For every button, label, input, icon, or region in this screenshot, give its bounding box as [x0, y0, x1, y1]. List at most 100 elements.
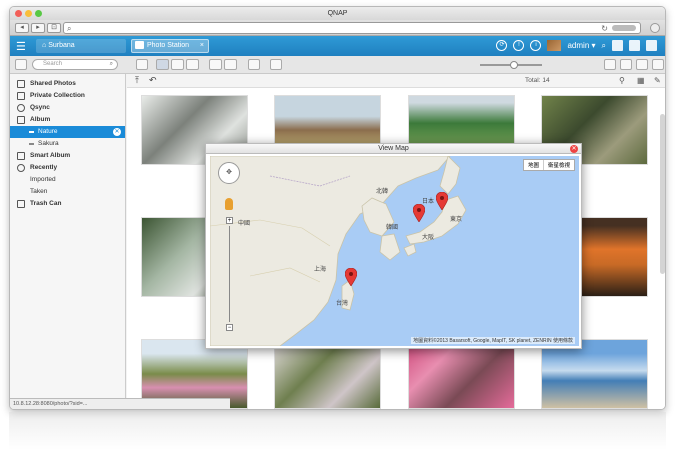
sidebar-item-label: Recently [30, 164, 58, 171]
close-window-button[interactable] [15, 10, 22, 17]
timeline-view-button[interactable] [186, 59, 199, 70]
photo-thumbnail[interactable] [541, 339, 648, 409]
play-button[interactable] [224, 59, 237, 70]
upload-icon[interactable]: ⤒ [135, 75, 139, 86]
sidebar-item-shared-photos[interactable]: Shared Photos [10, 78, 125, 90]
header-icons: ⟳ ! i admin ▾ ⌕ [496, 40, 657, 51]
sidebar-item-recently[interactable]: Recently [10, 162, 125, 174]
monitor-icon[interactable] [646, 40, 657, 51]
total-count: Total: 14 [525, 77, 550, 84]
view-map-dialog: View Map ✕ 地圖 衛星檢視 ✥ + − 中國 北韓 日本 韓國 台灣 [205, 143, 582, 349]
sidebar-item-private-collection[interactable]: Private Collection [10, 90, 125, 102]
grid-header: ⤒ ↶ Total: 14 ⚲ ▦ ✎ [127, 74, 665, 88]
search-icon: ⌕ [67, 24, 72, 33]
photo-station-tab-label: Photo Station [147, 42, 190, 49]
rotate-button[interactable] [270, 59, 282, 70]
zoom-slider[interactable] [229, 226, 230, 322]
map-type-switch: 地圖 衛星檢視 [522, 159, 575, 171]
trash-icon [17, 200, 25, 208]
thumbnail-size-slider[interactable] [480, 61, 542, 69]
vertical-scrollbar[interactable] [660, 114, 665, 274]
sidebar: Shared Photos Private Collection Qsync A… [10, 74, 126, 409]
avatar[interactable] [547, 40, 562, 51]
map-label: 東京 [450, 217, 463, 223]
map-label: 上海 [314, 267, 327, 273]
sidebar-item-nature[interactable]: Nature ✕ [10, 126, 125, 138]
zoom-in-button[interactable]: + [226, 217, 233, 224]
street-view-pegman-icon[interactable] [225, 198, 233, 210]
back-button[interactable]: ◂ [15, 23, 29, 33]
location-pin-icon[interactable] [436, 192, 448, 210]
satellite-type-button[interactable]: 衛星檢視 [542, 160, 574, 170]
map-label: 中國 [238, 221, 251, 227]
thumbnail-view-button[interactable] [156, 59, 169, 70]
sidebar-item-trash-can[interactable]: Trash Can [10, 198, 125, 210]
photo-thumbnail[interactable] [274, 339, 381, 409]
settings-button[interactable] [620, 59, 632, 70]
zoom-window-button[interactable] [35, 10, 42, 17]
map-type-button[interactable]: 地圖 [524, 160, 543, 170]
window-title: QNAP [327, 10, 348, 17]
sidebar-item-sakura[interactable]: Sakura [10, 138, 125, 150]
sidebar-item-qsync[interactable]: Qsync [10, 102, 125, 114]
search-icon: ⌕ [109, 61, 113, 67]
tag-icon[interactable]: ✎ [654, 76, 661, 85]
share-button[interactable]: ⊡ [47, 23, 61, 33]
sidebar-item-label: Private Collection [30, 92, 85, 99]
share-photos-button[interactable] [248, 59, 260, 70]
reader-button[interactable] [612, 25, 636, 31]
tasks-icon[interactable]: ⟳ [496, 40, 508, 51]
menu-icon[interactable]: ☰ [16, 40, 26, 53]
close-icon[interactable]: ✕ [570, 145, 578, 153]
sidebar-item-label: Taken [30, 188, 48, 195]
slideshow-button[interactable] [209, 59, 222, 70]
photo-station-tab[interactable]: Photo Station × [131, 39, 209, 53]
upload-button[interactable] [136, 59, 148, 70]
refresh-button[interactable] [604, 59, 616, 70]
close-tab-icon[interactable]: × [200, 40, 204, 52]
address-bar[interactable]: ⌕ ↻ [63, 22, 641, 34]
apps-icon[interactable] [612, 40, 623, 51]
location-icon[interactable]: ⚲ [619, 76, 625, 85]
notifications-icon[interactable]: ! [513, 40, 525, 51]
map-label: 北韓 [376, 189, 389, 195]
user-menu[interactable]: admin ▾ [567, 41, 595, 50]
help-button[interactable] [636, 59, 648, 70]
sidebar-item-taken[interactable]: Taken [10, 186, 125, 198]
location-pin-icon[interactable] [413, 204, 425, 222]
grid-icon[interactable]: ▦ [637, 76, 645, 85]
sidebar-item-smart-album[interactable]: Smart Album [10, 150, 125, 162]
reload-icon[interactable]: ↻ [601, 24, 608, 33]
sidebar-item-imported[interactable]: Imported [10, 174, 125, 186]
sidebar-item-album[interactable]: Album [10, 114, 125, 126]
window-controls [15, 10, 42, 17]
sidebar-item-label: Qsync [30, 104, 50, 111]
info-icon[interactable]: i [530, 40, 542, 51]
map-label: 台灣 [336, 301, 349, 307]
forward-button[interactable]: ▸ [31, 23, 45, 33]
photo-thumbnail[interactable] [408, 339, 515, 409]
zoom-out-button[interactable]: − [226, 324, 233, 331]
search-icon[interactable]: ⌕ [602, 41, 606, 51]
location-pin-icon[interactable] [345, 268, 357, 286]
home-tab-label: Surbana [48, 42, 75, 49]
sidebar-toggle-button[interactable] [15, 59, 27, 70]
map-canvas[interactable]: 地圖 衛星檢視 ✥ + − 中國 北韓 日本 韓國 台灣 上海 東京 大阪 地圖… [210, 156, 579, 346]
map-attribution: 地圖資料©2013 Basarsoft, Google, MapIT, SK p… [411, 337, 575, 344]
pan-control[interactable]: ✥ [218, 162, 240, 184]
search-placeholder: Search [43, 61, 63, 67]
home-tab[interactable]: ⌂ Surbana [36, 39, 126, 53]
undo-icon[interactable]: ↶ [149, 75, 157, 86]
close-icon[interactable]: ✕ [113, 128, 121, 136]
settings-icon[interactable] [629, 40, 640, 51]
sub-item-icon [29, 131, 34, 133]
slider-knob[interactable] [510, 61, 518, 69]
minimize-window-button[interactable] [25, 10, 32, 17]
search-input[interactable]: Search ⌕ [32, 59, 118, 70]
app-header: ☰ ⌂ Surbana Photo Station × ⟳ ! i admin … [10, 36, 665, 56]
sidebar-item-label: Album [30, 116, 51, 123]
window-titlebar: QNAP [10, 7, 665, 20]
gear-icon[interactable] [650, 23, 660, 33]
more-button[interactable] [652, 59, 664, 70]
list-view-button[interactable] [171, 59, 184, 70]
